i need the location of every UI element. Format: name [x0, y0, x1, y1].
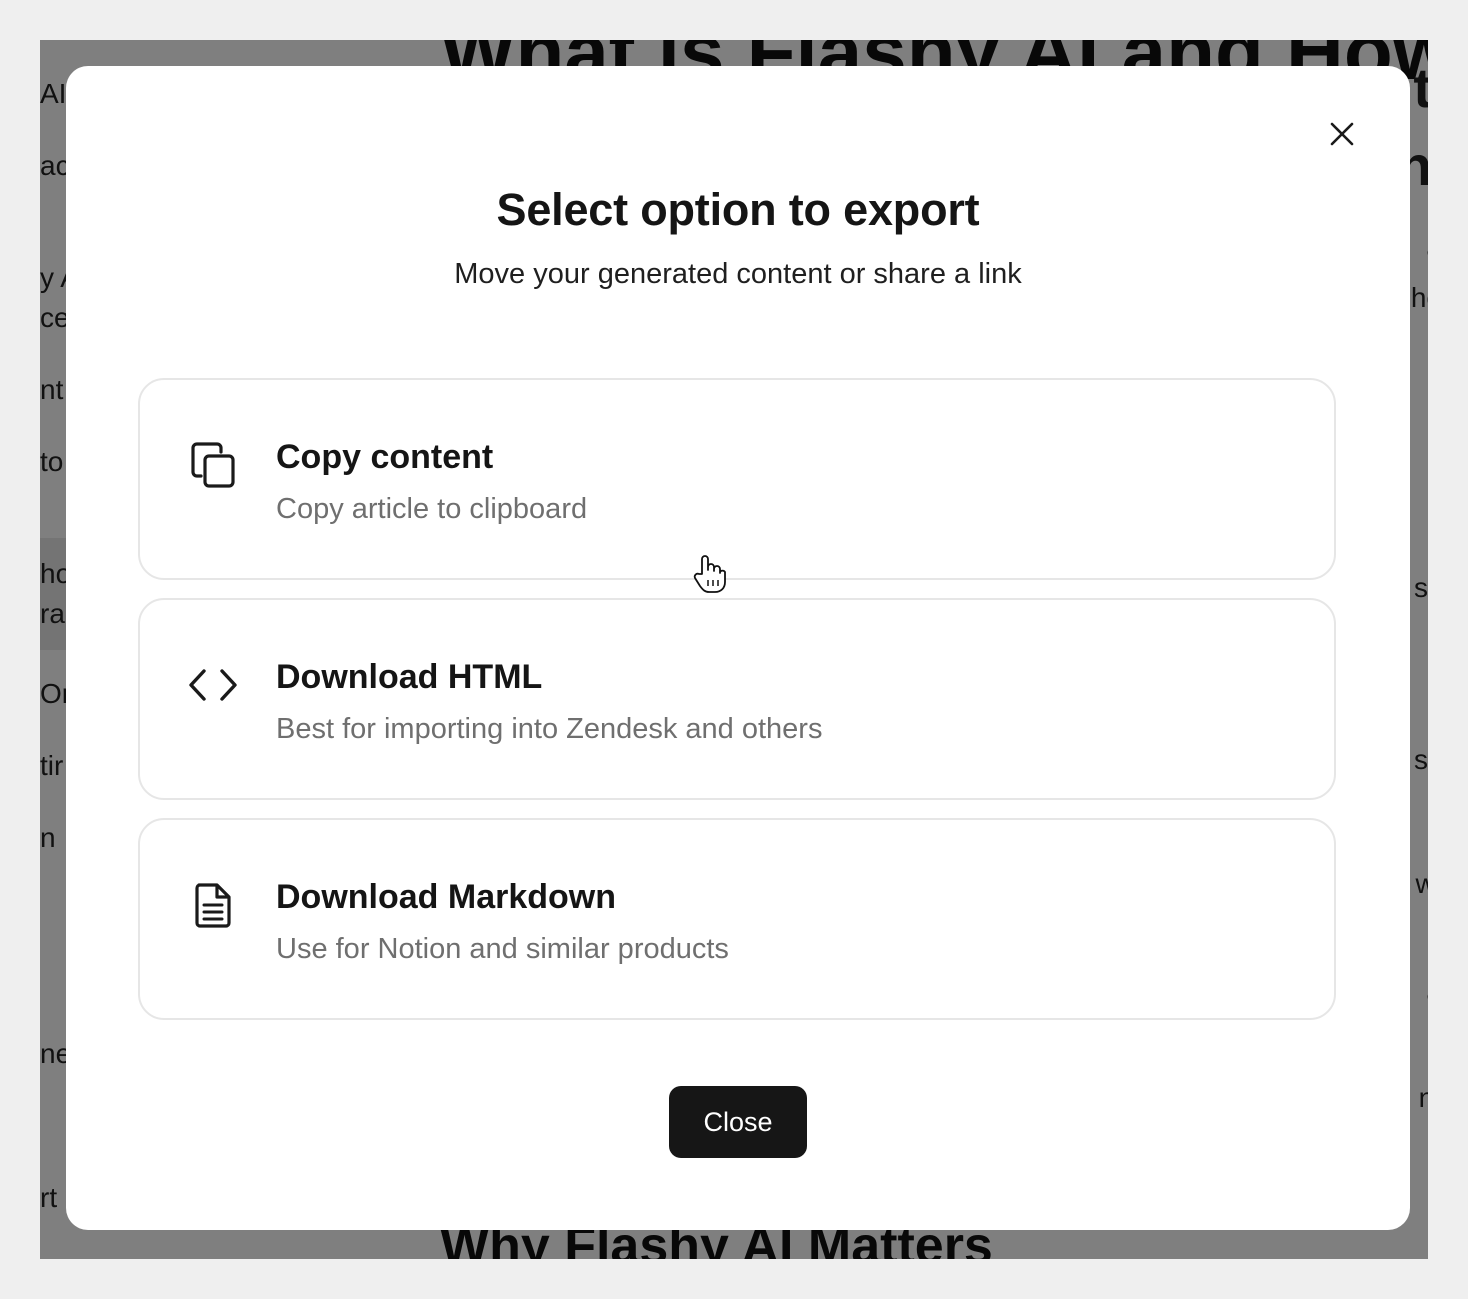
close-icon — [1330, 122, 1354, 146]
option-download-markdown[interactable]: Download Markdown Use for Notion and sim… — [138, 818, 1336, 1020]
modal-subtitle: Move your generated content or share a l… — [454, 258, 1022, 290]
modal-title: Select option to export — [496, 184, 980, 235]
option-title: Copy content — [276, 438, 494, 476]
option-copy-content[interactable]: Copy content Copy article to clipboard — [138, 378, 1336, 580]
option-title: Download Markdown — [276, 878, 616, 916]
copy-icon — [186, 438, 240, 492]
option-description: Copy article to clipboard — [276, 493, 588, 525]
option-title: Download HTML — [276, 658, 543, 696]
option-description: Best for importing into Zendesk and othe… — [276, 713, 823, 745]
option-download-html[interactable]: Download HTML Best for importing into Ze… — [138, 598, 1336, 800]
document-icon — [186, 878, 240, 932]
option-description: Use for Notion and similar products — [276, 933, 729, 965]
app-window: What is Flashy AI and How it Why Flashy … — [40, 40, 1428, 1259]
code-icon — [186, 658, 240, 712]
export-modal: Select option to export Move your genera… — [66, 66, 1410, 1230]
modal-close-x-button[interactable] — [1316, 108, 1368, 160]
hand-pointer-cursor-icon — [693, 555, 726, 593]
close-button[interactable]: Close — [669, 1086, 807, 1158]
